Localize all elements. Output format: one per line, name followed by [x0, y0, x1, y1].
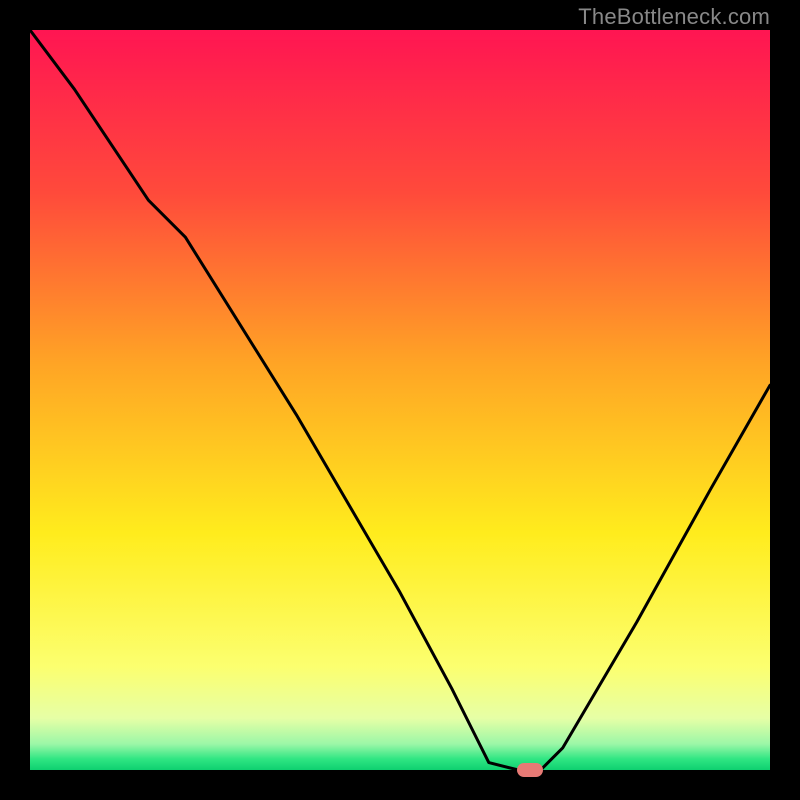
watermark-text: TheBottleneck.com	[578, 4, 770, 30]
bottleneck-curve	[30, 30, 770, 770]
plot-area	[30, 30, 770, 770]
optimal-point-marker	[517, 763, 543, 777]
chart-frame: TheBottleneck.com	[0, 0, 800, 800]
